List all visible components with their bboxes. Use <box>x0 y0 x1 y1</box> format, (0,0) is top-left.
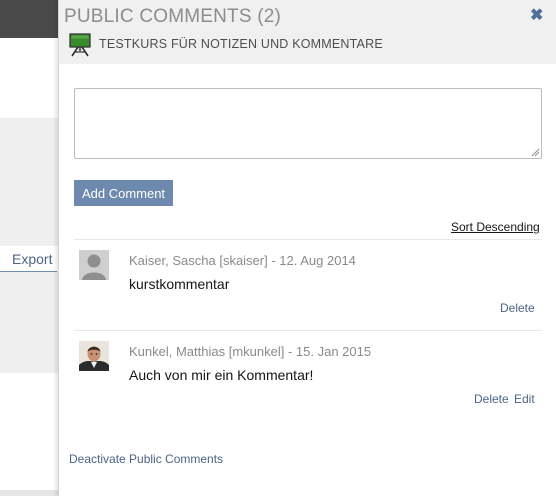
resize-grip-icon[interactable] <box>530 147 540 157</box>
comment-text: Auch von mir ein Kommentar! <box>129 367 314 383</box>
delete-comment-link[interactable]: Delete <box>474 392 509 406</box>
comment-input[interactable] <box>74 88 542 159</box>
comment-text: kurstkommentar <box>129 276 230 292</box>
avatar <box>79 250 109 280</box>
comments-divider <box>74 239 542 240</box>
photo-avatar-icon <box>79 341 109 371</box>
sort-descending-link[interactable]: Sort Descending <box>451 220 540 234</box>
background-top-bar <box>0 0 60 38</box>
background-page: Export <box>0 0 60 496</box>
panel-title: PUBLIC COMMENTS (2) <box>64 6 282 27</box>
placeholder-avatar-icon <box>79 250 109 280</box>
comment-meta: Kaiser, Sascha [skaiser] - 12. Aug 2014 <box>129 253 356 268</box>
course-board-icon <box>69 33 91 57</box>
comment-meta: Kunkel, Matthias [mkunkel] - 15. Jan 201… <box>129 344 372 359</box>
close-icon[interactable]: ✖ <box>530 8 543 24</box>
panel-header: PUBLIC COMMENTS (2) ✖ TESTKURS FÜR NOTIZ… <box>59 0 556 64</box>
delete-comment-link[interactable]: Delete <box>500 301 535 315</box>
deactivate-public-comments-link[interactable]: Deactivate Public Comments <box>69 452 223 466</box>
background-bottom-edge <box>0 490 60 496</box>
add-comment-button[interactable]: Add Comment <box>74 180 173 206</box>
export-tab[interactable]: Export <box>12 251 52 267</box>
public-comments-panel: PUBLIC COMMENTS (2) ✖ TESTKURS FÜR NOTIZ… <box>58 0 556 496</box>
course-title: TESTKURS FÜR NOTIZEN UND KOMMENTARE <box>99 37 383 51</box>
avatar <box>79 341 109 371</box>
comments-divider <box>74 330 542 331</box>
background-panel <box>0 118 60 246</box>
edit-comment-link[interactable]: Edit <box>514 392 535 406</box>
background-panel-lower <box>0 272 60 373</box>
